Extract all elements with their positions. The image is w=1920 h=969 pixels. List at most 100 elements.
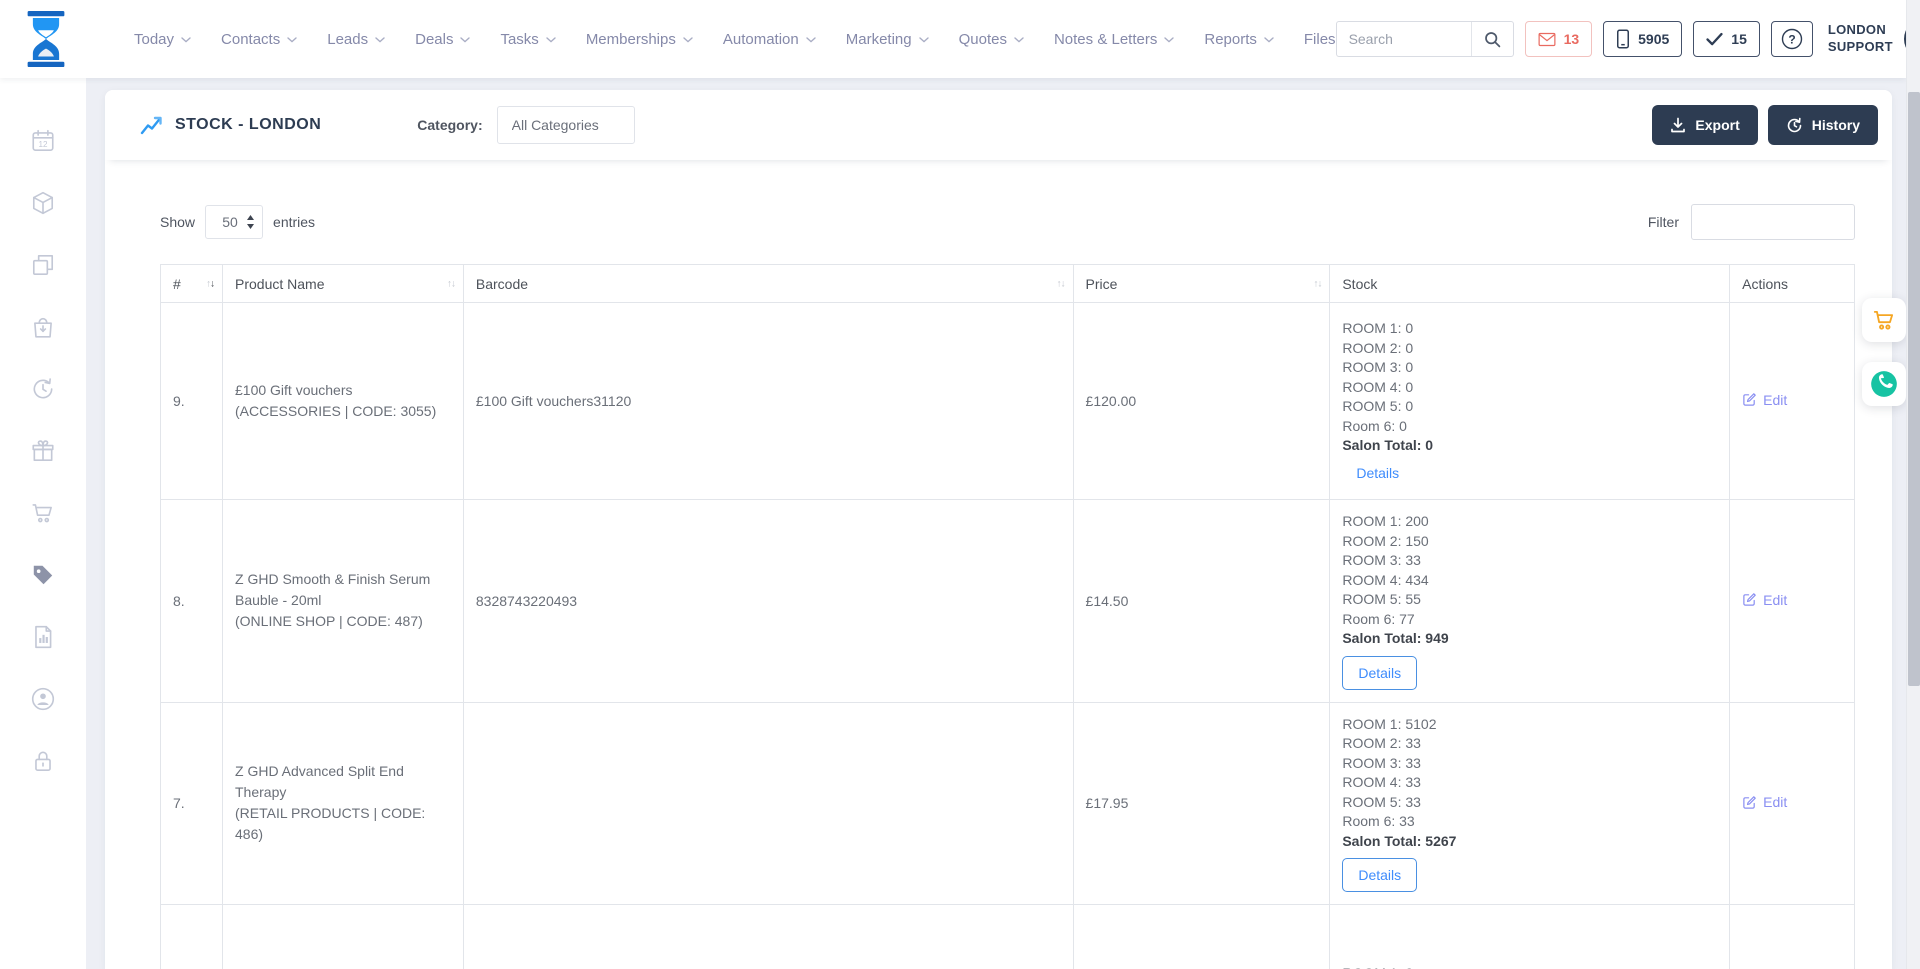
bag-download-icon xyxy=(30,314,56,340)
nav-item-label: Memberships xyxy=(586,31,676,48)
nav-item-reports[interactable]: Reports xyxy=(1204,31,1274,48)
svg-text:?: ? xyxy=(1788,33,1795,47)
column-header-label: Product Name xyxy=(235,276,324,292)
table-row: 7. Z GHD Advanced Split End Therapy (RET… xyxy=(161,702,1855,905)
tasks-count: 15 xyxy=(1731,31,1747,47)
column-header-label: Barcode xyxy=(476,276,528,292)
floating-cart-button[interactable] xyxy=(1862,298,1906,342)
page-length-select[interactable]: 50 xyxy=(205,205,263,239)
search-button[interactable] xyxy=(1471,22,1513,56)
nav-item-label: Automation xyxy=(723,31,799,48)
sidebar-item-bag-download[interactable] xyxy=(30,314,56,340)
nav-item-notes-letters[interactable]: Notes & Letters xyxy=(1054,31,1174,48)
vertical-scrollbar[interactable] xyxy=(1906,0,1920,969)
nav-item-label: Reports xyxy=(1204,31,1257,48)
edit-link[interactable]: Edit xyxy=(1742,392,1787,408)
product-cell: £100 Gift vouchers (ACCESSORIES | CODE: … xyxy=(223,303,464,500)
category-label: Category: xyxy=(417,117,482,133)
nav-item-label: Today xyxy=(134,31,174,48)
stock-line: ROOM 3: 33 xyxy=(1342,551,1717,571)
cart-icon xyxy=(1871,307,1897,333)
edit-icon xyxy=(1742,795,1757,810)
search-box xyxy=(1336,21,1514,57)
chevron-down-icon xyxy=(375,37,385,43)
details-button[interactable]: Details xyxy=(1356,463,1399,483)
chevron-down-icon xyxy=(806,37,816,43)
column-header-product-name[interactable]: Product Name↑↓ xyxy=(223,265,464,303)
nav-item-today[interactable]: Today xyxy=(134,31,191,48)
filter-input[interactable] xyxy=(1691,204,1855,240)
chevron-down-icon xyxy=(1164,37,1174,43)
details-button[interactable]: Details xyxy=(1342,656,1417,690)
nav-item-contacts[interactable]: Contacts xyxy=(221,31,297,48)
edit-link[interactable]: Edit xyxy=(1742,794,1787,810)
actions-cell: Edit xyxy=(1730,303,1855,500)
stock-line: ROOM 4: 434 xyxy=(1342,571,1717,591)
scrollbar-thumb[interactable] xyxy=(1908,92,1920,686)
row-number: 9. xyxy=(161,303,223,500)
lock-icon xyxy=(30,748,56,774)
edit-label: Edit xyxy=(1763,794,1787,810)
floating-phone-button[interactable] xyxy=(1862,362,1906,406)
nav-item-quotes[interactable]: Quotes xyxy=(959,31,1024,48)
stock-table: #↑↓Product Name↑↓Barcode↑↓Price↑↓StockAc… xyxy=(160,264,1855,969)
stock-cell: ROOM 1: 200ROOM 2: 150ROOM 3: 33ROOM 4: … xyxy=(1330,500,1730,703)
nav-item-label: Contacts xyxy=(221,31,280,48)
nav-item-deals[interactable]: Deals xyxy=(415,31,470,48)
table-header-row: #↑↓Product Name↑↓Barcode↑↓Price↑↓StockAc… xyxy=(161,265,1855,303)
history-button[interactable]: History xyxy=(1768,105,1878,145)
column-header-[interactable]: #↑↓ xyxy=(161,265,223,303)
show-entries-group: Show 50 entries xyxy=(160,205,315,239)
stock-line: ROOM 1: 5102 xyxy=(1342,715,1717,735)
sidebar-item-package[interactable] xyxy=(30,190,56,216)
chevron-down-icon xyxy=(919,37,929,43)
edit-link[interactable]: Edit xyxy=(1742,592,1787,608)
sidebar-item-gift[interactable] xyxy=(30,438,56,464)
sidebar-item-copy[interactable] xyxy=(30,252,56,278)
product-cell: Z GHD Smooth & Finish Serum Bauble - 20m… xyxy=(223,500,464,703)
barcode-cell: 8328743220493 xyxy=(463,500,1073,703)
sidebar-item-user-badge[interactable] xyxy=(30,686,56,712)
sidebar-item-tag[interactable] xyxy=(30,562,56,588)
nav-item-automation[interactable]: Automation xyxy=(723,31,816,48)
copy-icon xyxy=(30,252,56,278)
nav-item-label: Files xyxy=(1304,31,1336,48)
nav-item-label: Leads xyxy=(327,31,368,48)
calls-badge[interactable]: 5905 xyxy=(1603,21,1682,57)
main-menu: Today Contacts Leads Deals Tasks Members… xyxy=(134,31,1336,48)
export-button[interactable]: Export xyxy=(1652,105,1757,145)
help-button[interactable]: ? xyxy=(1771,21,1813,57)
chevron-down-icon xyxy=(287,37,297,43)
mobile-phone-icon xyxy=(1616,29,1630,49)
nav-item-label: Marketing xyxy=(846,31,912,48)
nav-item-memberships[interactable]: Memberships xyxy=(586,31,693,48)
category-select[interactable]: All Categories xyxy=(497,106,635,144)
search-input[interactable] xyxy=(1337,31,1471,47)
sidebar-item-calendar[interactable]: 12 xyxy=(30,128,56,154)
sidebar-item-history[interactable] xyxy=(30,376,56,402)
nav-item-files[interactable]: Files xyxy=(1304,31,1336,48)
product-name: Z GHD Advanced Split End Therapy xyxy=(235,761,451,803)
app-logo[interactable] xyxy=(24,10,68,68)
sidebar-item-report[interactable] xyxy=(30,624,56,650)
price-cell: £14.50 xyxy=(1073,500,1330,703)
sidebar-item-cart[interactable] xyxy=(30,500,56,526)
table-row: ROOM 1: 0ROOM 2: 250ROOM 3: 248ROOM 4: 2… xyxy=(161,905,1855,969)
question-icon: ? xyxy=(1780,27,1804,51)
stock-line: ROOM 5: 55 xyxy=(1342,590,1717,610)
product-meta: (ONLINE SHOP | CODE: 487) xyxy=(235,611,451,632)
nav-item-tasks[interactable]: Tasks xyxy=(500,31,555,48)
entries-label: entries xyxy=(273,214,315,230)
actions-cell xyxy=(1730,905,1855,969)
tasks-badge[interactable]: 15 xyxy=(1693,21,1760,57)
column-header-price[interactable]: Price↑↓ xyxy=(1073,265,1330,303)
messages-badge[interactable]: 13 xyxy=(1525,21,1593,57)
nav-item-leads[interactable]: Leads xyxy=(327,31,385,48)
user-badge-icon xyxy=(30,686,56,712)
details-button[interactable]: Details xyxy=(1342,858,1417,892)
sidebar-item-lock[interactable] xyxy=(30,748,56,774)
product-meta: (ACCESSORIES | CODE: 3055) xyxy=(235,401,451,422)
stock-line: ROOM 3: 0 xyxy=(1342,358,1717,378)
column-header-barcode[interactable]: Barcode↑↓ xyxy=(463,265,1073,303)
nav-item-marketing[interactable]: Marketing xyxy=(846,31,929,48)
